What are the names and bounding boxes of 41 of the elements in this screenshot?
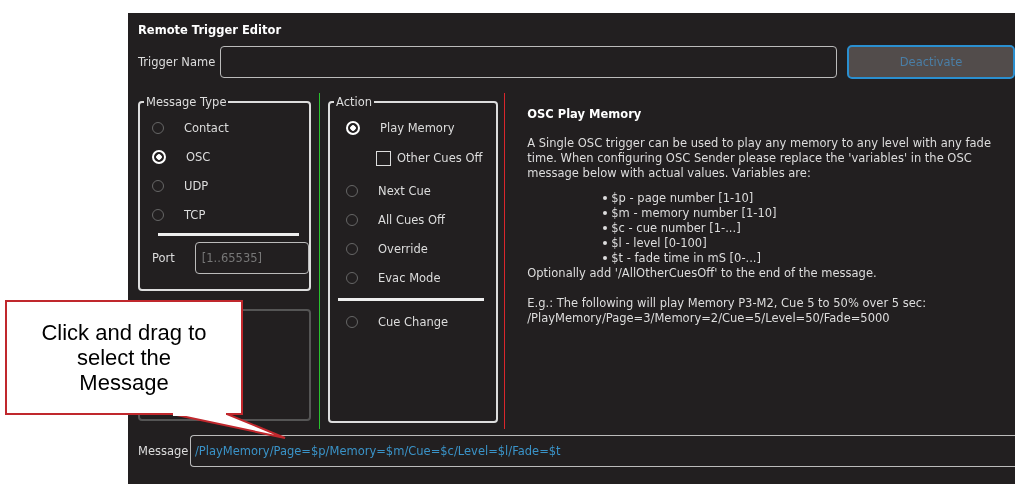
window-title: Remote Trigger Editor (138, 23, 283, 37)
option-label: Override (378, 241, 428, 256)
option-label: UDP (184, 178, 209, 193)
option-label: OSC (186, 149, 211, 164)
option-label: Cue Change (378, 314, 449, 329)
option-label: Play Memory (380, 120, 455, 135)
info-title: OSC Play Memory (527, 107, 643, 122)
example-line: /PlayMemory/Page=3/Memory=2/Cue=5/Level=50/Fade=5000 (527, 311, 891, 326)
radio-option[interactable]: TCP (152, 200, 309, 229)
radio-option[interactable]: Next Cue (346, 176, 497, 205)
radio-option[interactable]: OSC (152, 142, 309, 171)
option-label: All Cues Off (378, 212, 445, 227)
checkbox[interactable] (376, 150, 392, 166)
callout-text: Click and drag to select the Message (40, 320, 208, 395)
variable-item: $l - level [0-100] (603, 236, 1015, 251)
option-label: TCP (184, 207, 206, 222)
option-label: Evac Mode (378, 270, 441, 285)
option-label: Contact (184, 120, 229, 135)
radio-option[interactable]: Cue Change (346, 307, 497, 336)
radio-option[interactable]: Evac Mode (346, 263, 497, 292)
variable-item: $p - page number [1-10] (603, 191, 1015, 206)
info-note: Optionally add '/AllOtherCuesOff' to the end of the message. (527, 266, 878, 281)
message-label: Message (138, 444, 190, 458)
group-title: Message Type (144, 94, 229, 110)
radio-option[interactable]: Play Memory (346, 113, 497, 142)
radio-option[interactable]: UDP (152, 171, 309, 200)
radio-option[interactable]: All Cues Off (346, 205, 497, 234)
info-paragraph: A Single OSC trigger can be used to play any memory to any level with any fade time. When configuring OSC Sender please replace the 'variables' in the OSC message below with actual values. Variables are: (527, 136, 992, 181)
example-line: E.g.: The following will play Memory P3-M2, Cue 5 to 50% over 5 sec: (527, 296, 928, 311)
message-field[interactable]: /PlayMemory/Page=$p/Memory=$m/Cue=$c/Level=$l/Fade=$t (190, 435, 1015, 467)
variable-item: $c - cue number [1-...] (603, 221, 1015, 236)
variable-item: $t - fade time in mS [0-...] (603, 251, 1015, 266)
port-label: Port (152, 251, 175, 265)
port-field[interactable]: [1..65535] (194, 242, 309, 274)
radio-option[interactable]: Override (346, 234, 497, 263)
trigger-name-label: Trigger Name (138, 55, 217, 69)
checkbox-option[interactable]: Other Cues Off (376, 146, 497, 170)
option-label: Other Cues Off (397, 151, 483, 165)
variable-item: $m - memory number [1-10] (603, 206, 1015, 221)
option-label: Next Cue (378, 183, 431, 198)
radio-option[interactable]: Contact (152, 113, 309, 142)
